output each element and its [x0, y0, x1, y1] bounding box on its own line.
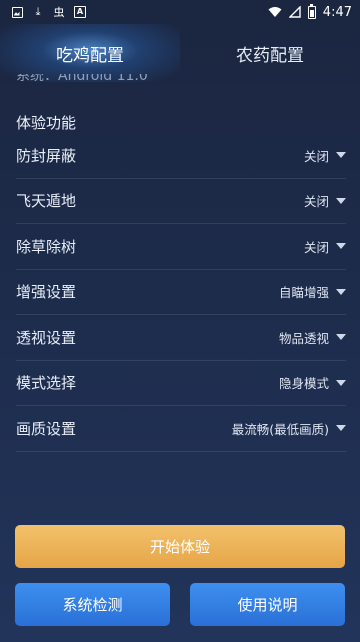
- letter-a-icon: A: [73, 5, 87, 19]
- dropdown-caret-icon: [336, 334, 346, 341]
- setting-value: 隐身模式: [278, 376, 329, 392]
- gallery-icon: [10, 5, 24, 19]
- setting-value: 关闭: [303, 239, 329, 255]
- dropdown-caret-icon: [336, 197, 346, 204]
- dropdown-caret-icon: [336, 425, 346, 432]
- settings-list: 防封屏蔽 关闭 飞天遁地 关闭 除草除树 关闭 增强设置 自瞄增强 透视设置 物…: [0, 133, 360, 452]
- setting-row-graphics[interactable]: 画质设置 最流畅(最低画质): [16, 406, 346, 452]
- tab-pesticide-config[interactable]: 农药配置: [180, 24, 360, 82]
- setting-label: 画质设置: [16, 419, 77, 438]
- setting-value: 最流畅(最低画质): [231, 421, 329, 437]
- setting-row-fly[interactable]: 飞天遁地 关闭: [16, 179, 346, 224]
- setting-label: 增强设置: [16, 283, 77, 302]
- wifi-icon: [268, 7, 282, 17]
- setting-dropdown[interactable]: 最流畅(最低画质): [232, 419, 346, 438]
- setting-row-remove-grass[interactable]: 除草除树 关闭: [16, 224, 346, 270]
- download-icon: ⤓: [35, 5, 41, 18]
- setting-dropdown[interactable]: 关闭: [304, 191, 346, 210]
- dropdown-caret-icon: [336, 243, 346, 250]
- setting-dropdown[interactable]: 物品透视: [279, 328, 346, 347]
- setting-label: 飞天遁地: [16, 192, 77, 211]
- battery-icon: [307, 3, 316, 19]
- status-time: 4:47: [322, 4, 352, 20]
- start-experience-button[interactable]: 开始体验: [15, 525, 345, 568]
- dropdown-caret-icon: [336, 152, 346, 159]
- setting-label: 除草除树: [16, 237, 77, 256]
- setting-label: 防封屏蔽: [16, 146, 77, 165]
- setting-row-mode[interactable]: 模式选择 隐身模式: [16, 361, 346, 406]
- status-left: ⤓ 虫 A: [10, 5, 87, 19]
- status-bar: ⤓ 虫 A 4:47: [0, 0, 360, 24]
- app-notification-icon: 虫: [53, 6, 65, 19]
- setting-row-anti-ban[interactable]: 防封屏蔽 关闭: [16, 133, 346, 179]
- setting-dropdown[interactable]: 关闭: [304, 237, 346, 256]
- setting-value: 关闭: [303, 148, 329, 164]
- setting-label: 模式选择: [16, 374, 77, 393]
- setting-dropdown[interactable]: 关闭: [304, 146, 346, 165]
- section-title: 体验功能: [16, 114, 77, 132]
- status-right: 4:47: [268, 3, 352, 20]
- setting-label: 透视设置: [16, 328, 77, 347]
- setting-value: 自瞄增强: [278, 285, 329, 301]
- system-check-button[interactable]: 系统检测: [15, 583, 170, 626]
- setting-value: 物品透视: [278, 330, 329, 346]
- setting-value: 关闭: [303, 194, 329, 210]
- setting-row-enhance[interactable]: 增强设置 自瞄增强: [16, 270, 346, 315]
- instructions-button[interactable]: 使用说明: [190, 583, 345, 626]
- dropdown-caret-icon: [336, 288, 346, 295]
- clipped-system-info: 系统：Android 11.0: [16, 74, 148, 84]
- dropdown-caret-icon: [336, 379, 346, 386]
- setting-row-see-through[interactable]: 透视设置 物品透视: [16, 315, 346, 361]
- signal-icon: [288, 6, 301, 18]
- setting-dropdown[interactable]: 自瞄增强: [279, 282, 346, 301]
- setting-dropdown[interactable]: 隐身模式: [279, 373, 346, 392]
